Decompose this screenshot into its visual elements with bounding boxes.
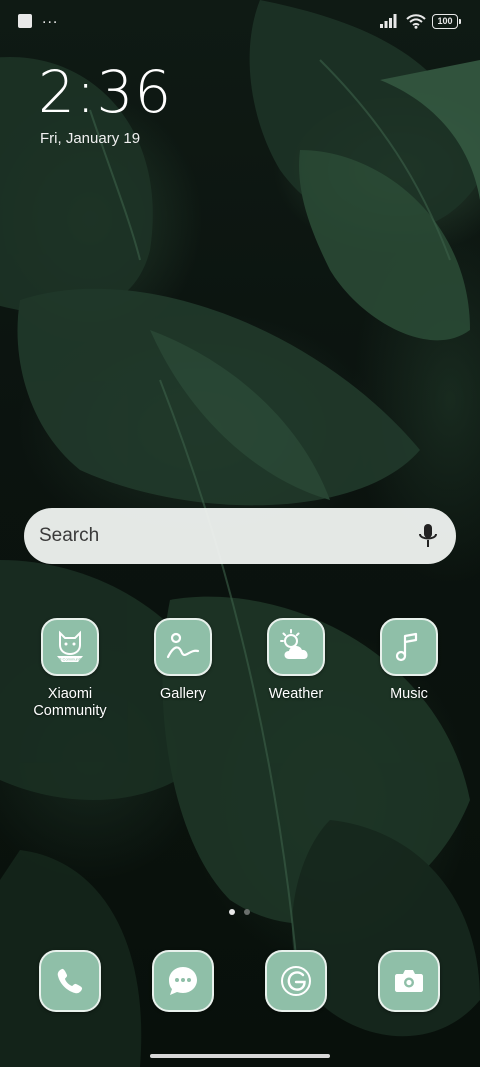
xiaomi-community-logo-text: Mi Community: [57, 657, 83, 662]
battery-level: 100: [437, 16, 453, 26]
google-icon[interactable]: [265, 950, 327, 1012]
microphone-icon[interactable]: [418, 523, 438, 549]
wifi-icon: [406, 13, 426, 29]
music-icon[interactable]: [380, 618, 438, 676]
status-right: 100: [380, 13, 461, 29]
app-label-weather: Weather: [268, 686, 324, 702]
camera-icon[interactable]: [378, 950, 440, 1012]
app-music[interactable]: Music: [359, 618, 459, 703]
more-dots-icon: ...: [42, 10, 59, 27]
status-bar: ... 100: [18, 10, 461, 32]
gallery-icon[interactable]: [154, 618, 212, 676]
app-label-xiaomi-community: Xiaomi Community: [33, 686, 107, 719]
app-label-music: Music: [390, 686, 428, 702]
notification-square-icon: [18, 14, 32, 28]
messages-icon[interactable]: [152, 950, 214, 1012]
xiaomi-community-icon[interactable]: Mi Community: [41, 618, 99, 676]
page-dot-active: [229, 909, 235, 915]
app-weather[interactable]: Weather: [246, 618, 346, 703]
home-indicator[interactable]: [150, 1054, 330, 1058]
status-left: ...: [18, 10, 59, 28]
weather-icon[interactable]: [267, 618, 325, 676]
app-xiaomi-community[interactable]: Mi Community Xiaomi Community: [20, 618, 120, 720]
page-indicator: [229, 909, 250, 915]
clock-date[interactable]: Fri, January 19: [40, 130, 140, 147]
phone-icon[interactable]: [39, 950, 101, 1012]
dock-messages[interactable]: [152, 950, 214, 1012]
app-gallery[interactable]: Gallery: [133, 618, 233, 703]
signal-icon: [380, 14, 397, 28]
dock-google[interactable]: [265, 950, 327, 1012]
app-label-gallery: Gallery: [160, 686, 206, 702]
dock-phone[interactable]: [39, 950, 101, 1012]
search-placeholder: Search: [39, 525, 100, 546]
search-bar[interactable]: Search: [24, 508, 456, 564]
dock-camera[interactable]: [378, 950, 440, 1012]
page-dot-inactive: [244, 909, 250, 915]
battery-icon: 100: [432, 13, 461, 29]
clock-time[interactable]: 2:36: [38, 58, 172, 126]
